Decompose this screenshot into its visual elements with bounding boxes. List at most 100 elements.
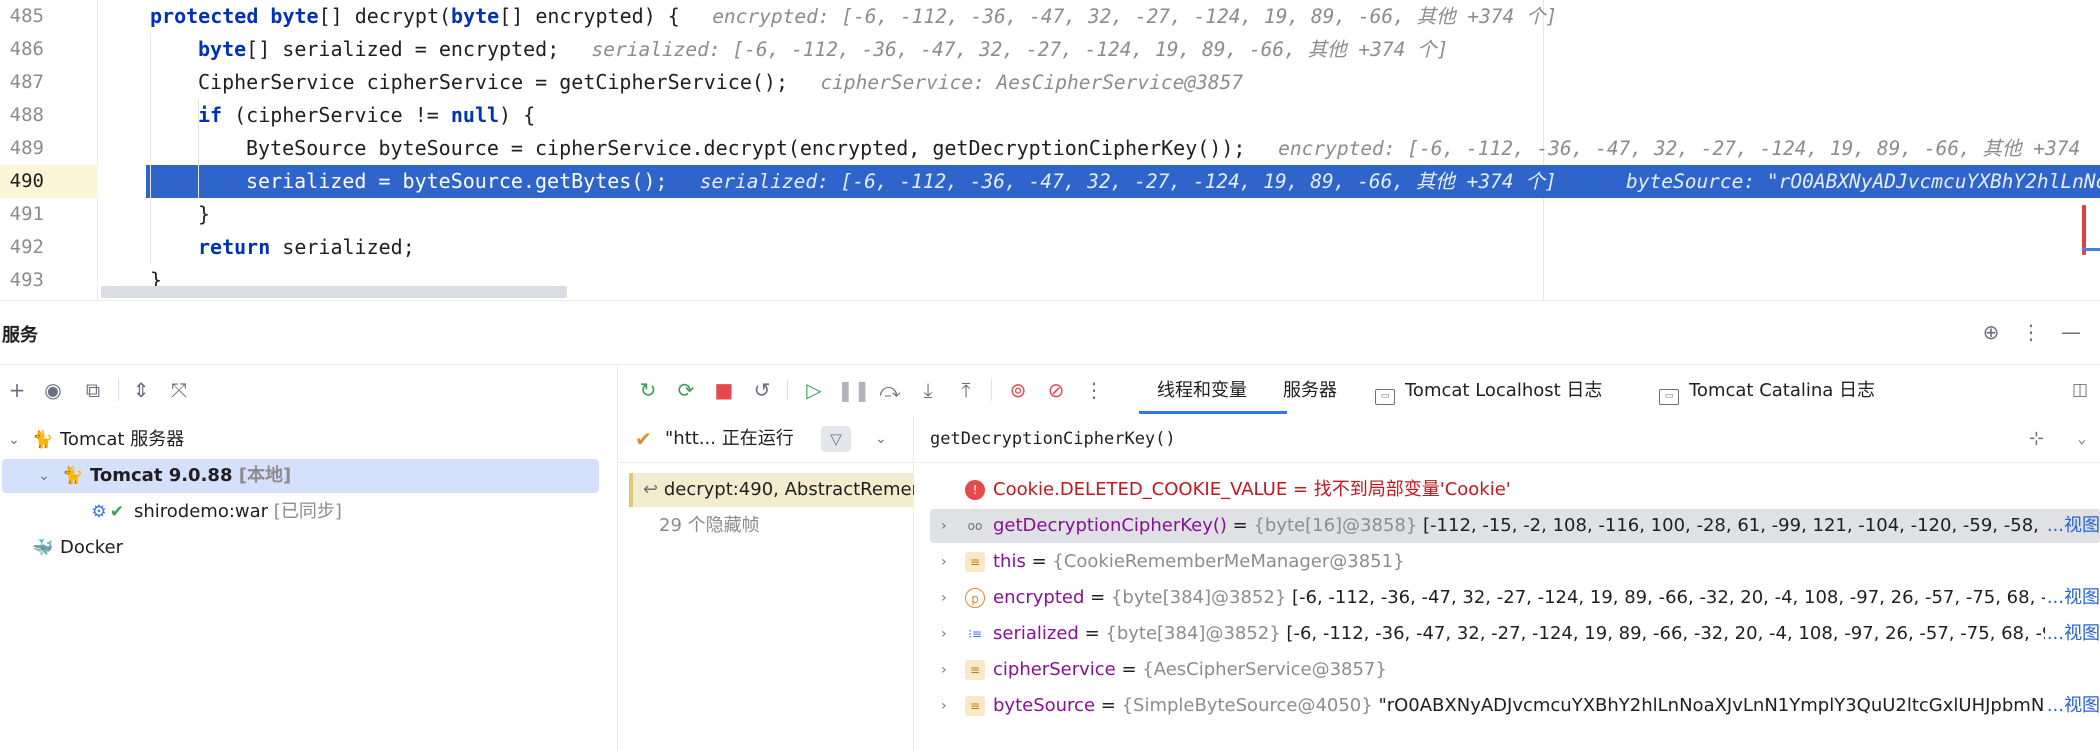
variable-value: "rO0ABXNyADJvcmcuYXBhY2hlLnNoaXJvLnN1Ymp… — [1378, 695, 2100, 716]
variable-name: serialized — [993, 623, 1079, 644]
log-icon: ▭ — [1659, 389, 1679, 405]
step-over-icon[interactable]: ⤼ — [875, 375, 905, 405]
variable-type: {AesCipherService@3857} — [1142, 659, 1387, 680]
variable-row[interactable]: › oo getDecryptionCipherKey() = {byte[16]@… — [930, 509, 2100, 543]
line-number[interactable]: 485 — [0, 0, 44, 33]
tab-threads-variables[interactable]: 线程和变量 — [1157, 377, 1247, 405]
equals-sign: = — [1095, 695, 1122, 716]
add-watch-icon[interactable]: ⊹ — [2029, 415, 2044, 463]
restart-icon[interactable]: ↺ — [747, 375, 777, 405]
stack-frame[interactable]: ↩ decrypt:490, AbstractRemem — [629, 473, 914, 507]
tree-node[interactable]: ⌄ 🐈 Tomcat 服务器 — [0, 423, 600, 457]
active-tab-underline — [1139, 411, 1287, 414]
view-link[interactable]: ...视图 — [2044, 689, 2100, 723]
tab-server[interactable]: 服务器 — [1283, 377, 1337, 405]
line-number[interactable]: 492 — [0, 231, 44, 264]
variable-name: encrypted — [993, 587, 1085, 608]
code-line[interactable]: 487 CipherService cipherService = getCiph… — [0, 66, 2100, 99]
line-number[interactable]: 488 — [0, 99, 44, 132]
step-out-icon[interactable]: ⤒ — [951, 375, 981, 405]
rerun-icon[interactable]: ↻ — [633, 375, 663, 405]
tree-node[interactable]: ⚙ ✔ shirodemo:war [已同步] — [0, 495, 600, 529]
code-token: (cipherService != — [222, 103, 451, 127]
chevron-right-icon[interactable]: › — [941, 617, 947, 651]
evaluate-expression-field[interactable]: getDecryptionCipherKey() ⊹ ⌄ — [915, 415, 2100, 463]
code-line[interactable]: 492 return serialized; — [0, 231, 2100, 264]
collapse-all-icon[interactable]: ⤧ — [164, 375, 194, 405]
chevron-down-icon[interactable]: ⌄ — [4, 423, 24, 457]
code-line[interactable]: 486 byte[] serialized = encrypted; seriali… — [0, 33, 2100, 66]
line-number[interactable]: 490 — [0, 165, 44, 198]
tree-node-label: Docker — [60, 531, 123, 565]
code-text: CipherService cipherService = getCipherS… — [198, 66, 788, 99]
variable-row[interactable]: › ≡ this = {CookieRememberMeManager@3851} — [915, 545, 2100, 579]
view-link[interactable]: ...视图 — [2044, 617, 2100, 651]
rerun-debug-icon[interactable]: ⟳ — [671, 375, 701, 405]
tree-node-label: shirodemo:war [已同步] — [134, 495, 342, 529]
tree-node[interactable]: 🐳 Docker — [0, 531, 600, 565]
code-line[interactable]: 490 serialized = byteSource.getBytes(); se… — [0, 165, 2100, 198]
eye-icon[interactable]: ◉ — [38, 375, 68, 405]
line-number[interactable]: 486 — [0, 33, 44, 66]
view-link[interactable]: ...视图 — [2044, 509, 2100, 543]
stack-frame[interactable]: 29 个隐藏帧 — [629, 509, 914, 543]
log-icon: ▭ — [1375, 389, 1395, 405]
variable-type: {SimpleByteSource@4050} — [1121, 695, 1379, 716]
line-number[interactable]: 491 — [0, 198, 44, 231]
variable-type: {byte[384]@3852} — [1110, 587, 1292, 608]
variable-row[interactable]: › p encrypted = {byte[384]@3852} [-6, -112… — [915, 581, 2100, 615]
view-link[interactable]: ...视图 — [2044, 581, 2100, 615]
crosshair-icon[interactable]: ⊕ — [1978, 319, 2004, 345]
chevron-down-icon[interactable]: ⌄ — [34, 459, 54, 493]
code-editor[interactable]: 485 protected byte[] decrypt(byte[] encry… — [0, 0, 2100, 300]
layout-icon[interactable]: ◫ — [2065, 375, 2095, 405]
variable-entry: cipherService = {AesCipherService@3857} — [993, 653, 1387, 687]
mute-breakpoints-icon[interactable]: ⊘ — [1041, 375, 1071, 405]
new-tab-icon[interactable]: ⧉ — [78, 375, 108, 405]
filter-icon[interactable]: ▽ — [821, 426, 851, 452]
add-service-icon[interactable]: + — [2, 375, 32, 405]
services-toolbar: + ◉ ⧉ ⇕ ⤧ — [0, 365, 618, 415]
services-tree-pane: + ◉ ⧉ ⇕ ⤧ ⌄ 🐈 Tomcat 服务器 ⌄ 🐈 Tomcat 9.0.88 [本… — [0, 365, 618, 751]
code-text: ByteSource byteSource = cipherService.de… — [246, 132, 1245, 165]
chevron-down-icon[interactable]: ⌄ — [875, 415, 887, 463]
thread-selector[interactable]: ✔ "htt... 正在运行 ▽ ⌄ — [619, 415, 914, 463]
checkmark-icon: ✔ — [635, 427, 652, 451]
stop-icon[interactable]: ■ — [709, 375, 739, 405]
pause-icon[interactable]: ❚❚ — [837, 375, 871, 405]
code-line[interactable]: 489 ByteSource byteSource = cipherService… — [0, 132, 2100, 165]
view-breakpoints-icon[interactable]: ⊚ — [1003, 375, 1033, 405]
code-text: byte[] serialized = encrypted; — [198, 33, 559, 66]
chevron-right-icon[interactable]: › — [941, 689, 947, 723]
code-token: ByteSource byteSource = cipherService.de… — [246, 136, 1246, 160]
chevron-down-icon[interactable]: ⌄ — [2078, 415, 2086, 463]
tab-catalina-log[interactable]: ▭ Tomcat Catalina 日志 — [1659, 377, 1875, 405]
tomcat-icon: 🐈 — [62, 466, 84, 486]
chevron-right-icon[interactable]: › — [941, 581, 947, 615]
minimize-icon[interactable]: — — [2058, 319, 2084, 345]
variable-row[interactable]: ! Cookie.DELETED_COOKIE_VALUE = 找不到局部变量'C… — [915, 473, 2100, 507]
expand-all-icon[interactable]: ⇕ — [126, 375, 156, 405]
line-number[interactable]: 489 — [0, 132, 44, 165]
chevron-right-icon[interactable]: › — [941, 545, 947, 579]
chevron-right-icon[interactable]: › — [941, 509, 947, 543]
line-number[interactable]: 493 — [0, 264, 44, 297]
step-into-icon[interactable]: ⤓ — [913, 375, 943, 405]
code-line[interactable]: 485 protected byte[] decrypt(byte[] encry… — [0, 0, 2100, 33]
variable-row[interactable]: › ⁝≡ serialized = {byte[384]@3852} [-6, -1… — [915, 617, 2100, 651]
field-variable-icon: ≡ — [965, 696, 985, 716]
more-actions-icon[interactable]: ⋮ — [1079, 375, 1109, 405]
variable-row[interactable]: › ≡ byteSource = {SimpleByteSource@4050} "… — [915, 689, 2100, 723]
more-options-icon[interactable]: ⋮ — [2018, 319, 2044, 345]
inline-value-hint: serialized: [-6, -112, -36, -47, 32, -27… — [591, 38, 1449, 61]
chevron-right-icon[interactable]: › — [941, 653, 947, 687]
inline-value-hint: encrypted: [-6, -112, -36, -47, 32, -27,… — [712, 5, 1558, 28]
code-line[interactable]: 488 if (cipherService != null) { — [0, 99, 2100, 132]
resume-icon[interactable]: ▷ — [799, 375, 829, 405]
horizontal-scrollbar[interactable] — [101, 286, 567, 298]
tab-localhost-log[interactable]: ▭ Tomcat Localhost 日志 — [1375, 377, 1602, 405]
line-number[interactable]: 487 — [0, 66, 44, 99]
tree-node[interactable]: ⌄ 🐈 Tomcat 9.0.88 [本地] — [2, 459, 599, 493]
variable-row[interactable]: › ≡ cipherService = {AesCipherService@3857… — [915, 653, 2100, 687]
code-line[interactable]: 491} — [0, 198, 2100, 231]
